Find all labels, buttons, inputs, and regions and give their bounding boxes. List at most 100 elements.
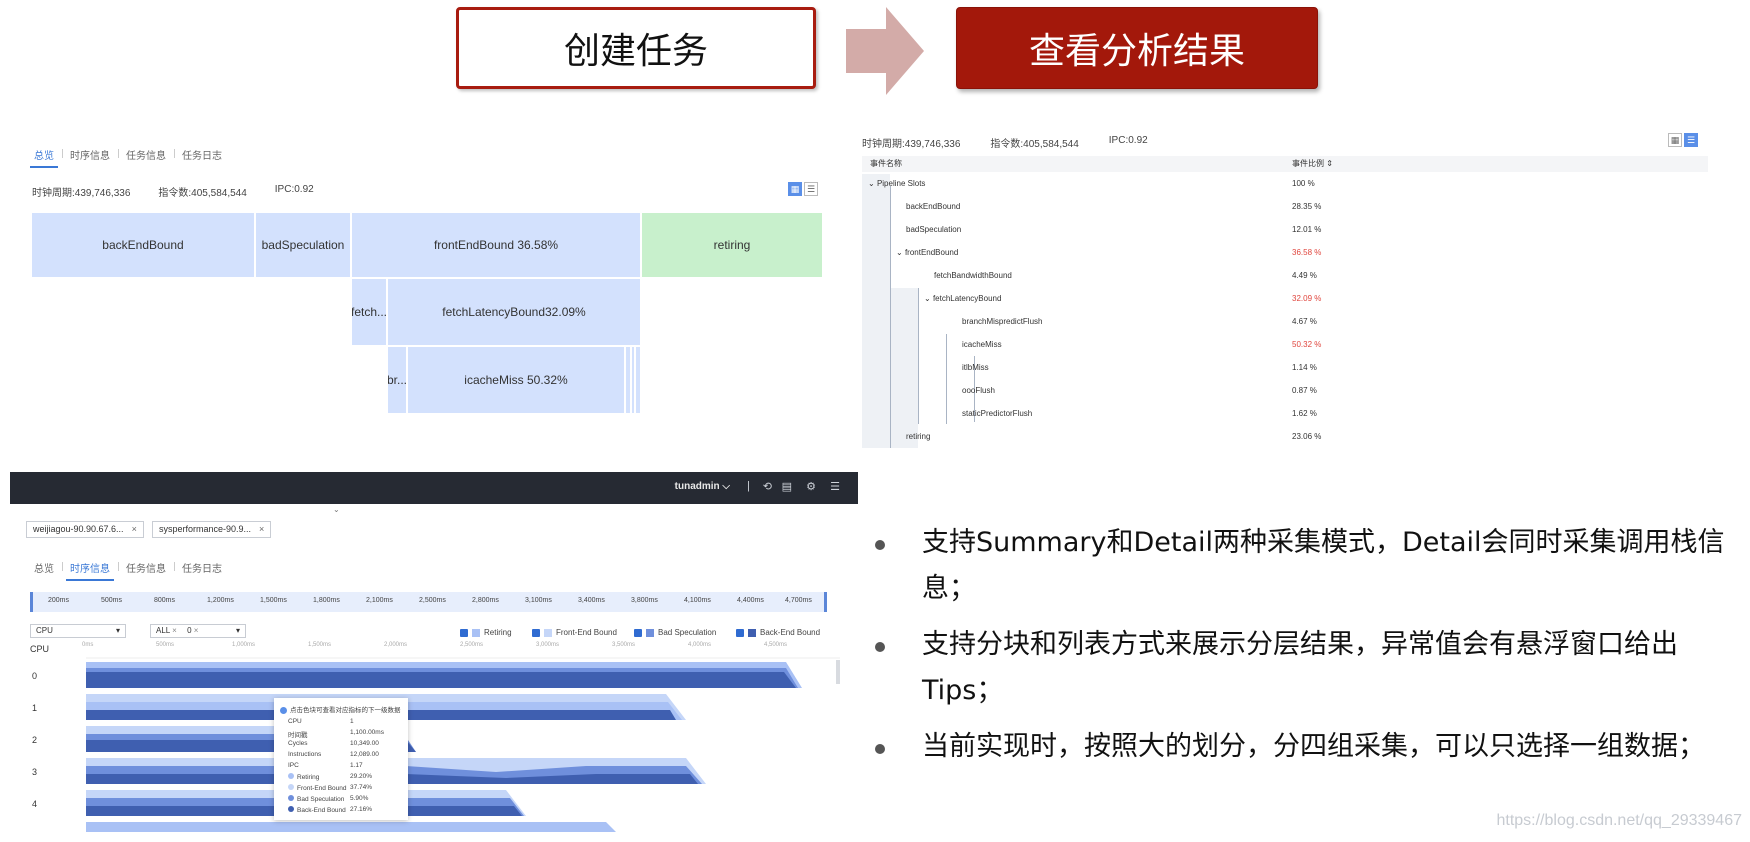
list-view-icon[interactable]: ☰ xyxy=(804,182,818,196)
task-chip[interactable]: sysperformance-90.9... × xyxy=(152,521,272,538)
legend-frontend[interactable]: Front-End Bound xyxy=(532,628,617,637)
user-menu[interactable]: tunadmin ⌵ xyxy=(675,481,730,492)
axis-label: CPU xyxy=(30,644,50,654)
history-icon[interactable]: ⟲ xyxy=(763,480,772,493)
list-row-value: 1.62 % xyxy=(1292,409,1317,418)
ruler-tick: 2,800ms xyxy=(472,597,499,604)
list-row[interactable]: oooFlush xyxy=(962,385,995,397)
dropdown-arrow-icon: ▾ xyxy=(235,626,240,635)
ruler-tick: 500ms xyxy=(101,597,123,604)
list-row-value: 4.67 % xyxy=(1292,317,1317,326)
create-task-button[interactable]: 创建任务 xyxy=(456,7,816,89)
timeline-tabs: 总览 时序信息 任务信息 任务日志 xyxy=(26,560,230,581)
tooltip-popup: 点击色块可查看对应指标的下一级数据 CPU 1 时间戳 1,100.00ms Cyc… xyxy=(274,698,408,820)
view-results-button[interactable]: 查看分析结果 xyxy=(956,7,1318,89)
document-icon[interactable]: ▤ xyxy=(782,480,792,493)
ipc-metric: IPC:0.92 xyxy=(274,184,314,195)
block-frontendbound[interactable]: frontEndBound 36.58% xyxy=(351,212,641,278)
list-row[interactable]: ⌄ frontEndBound xyxy=(896,247,958,259)
menu-icon[interactable]: ☰ xyxy=(830,480,840,493)
tree-indent-shade xyxy=(890,288,918,448)
event-tree-list: 事件名称 事件比例 ⇕ ⌄ Pipeline Slots 100 % backE… xyxy=(862,128,1708,448)
collapse-chevron-icon[interactable]: ⌄ xyxy=(333,505,340,514)
tab-overview[interactable]: 总览 xyxy=(26,560,62,575)
block-retiring[interactable]: retiring xyxy=(641,212,823,278)
block-fetch-bandwidth[interactable]: fetch... xyxy=(351,278,387,346)
column-event-name: 事件名称 xyxy=(870,159,902,168)
list-row[interactable]: backEndBound xyxy=(906,201,960,213)
bullet-item: 当前实现时，按照大的划分，分四组采集，可以只选择一组数据； xyxy=(872,724,1742,770)
tooltip-title: 点击色块可查看对应指标的下一级数据 xyxy=(280,704,401,714)
list-row[interactable]: retiring xyxy=(906,431,930,443)
list-row[interactable]: branchMispredictFlush xyxy=(962,316,1042,328)
tab-task-info[interactable]: 任务信息 xyxy=(118,147,174,162)
list-header: 事件名称 事件比例 ⇕ xyxy=(862,156,1708,172)
block-badspeculation[interactable]: badSpeculation xyxy=(255,212,351,278)
checkbox-icon[interactable] xyxy=(532,628,540,637)
cpu-label: 1 xyxy=(32,703,38,713)
column-event-ratio[interactable]: 事件比例 ⇕ xyxy=(1292,158,1333,169)
list-row-value: 1.14 % xyxy=(1292,363,1317,372)
time-range-slider[interactable]: 200ms 500ms 800ms 1,200ms 1,500ms 1,800m… xyxy=(30,592,827,612)
list-row-value: 0.87 % xyxy=(1292,386,1317,395)
cpu0-backend-area[interactable] xyxy=(86,672,796,688)
checkbox-icon[interactable] xyxy=(460,628,468,637)
block-backendbound[interactable]: backEndBound xyxy=(31,212,255,278)
x-tick: 2,500ms xyxy=(460,642,484,648)
checkbox-icon[interactable] xyxy=(736,628,744,637)
legend-backend[interactable]: Back-End Bound xyxy=(736,628,820,637)
cpu-timeline-chart[interactable] xyxy=(86,656,846,834)
dropdown-arrow-icon: ▾ xyxy=(115,626,120,635)
list-row-value: 32.09 % xyxy=(1292,294,1322,303)
tab-timing[interactable]: 时序信息 xyxy=(62,147,118,162)
tree-guide-line xyxy=(890,186,891,448)
list-row[interactable]: icacheMiss xyxy=(962,339,1002,351)
close-icon[interactable]: × xyxy=(132,524,137,534)
close-icon[interactable]: × xyxy=(259,524,264,534)
block-icachemiss[interactable]: icacheMiss 50.32% xyxy=(407,346,625,414)
tooltip-row: CPU 1 xyxy=(288,718,354,725)
tab-timing[interactable]: 时序信息 xyxy=(62,560,118,581)
ruler-tick: 1,500ms xyxy=(260,597,287,604)
tooltip-row: Instructions 12,089.00 xyxy=(288,751,379,758)
task-chip[interactable]: weijiagou-90.90.67.6... × xyxy=(26,521,144,538)
block-branch-mispredict[interactable]: br... xyxy=(387,346,407,414)
ruler-tick: 4,100ms xyxy=(684,597,711,604)
feature-bullet-list: 支持Summary和Detail两种采集模式，Detail会同时采集调用栈信息；… xyxy=(872,520,1742,780)
cpu-label: 2 xyxy=(32,735,38,745)
legend-retiring[interactable]: Retiring xyxy=(460,628,512,637)
settings-icon[interactable]: ⚙ xyxy=(806,480,816,493)
cpu5-area[interactable] xyxy=(86,822,616,832)
scrollbar[interactable] xyxy=(836,660,840,684)
tooltip-row: IPC 1.17 xyxy=(288,762,363,769)
tooltip-row: Cycles 10,349.00 xyxy=(288,740,379,747)
tree-guide-line xyxy=(918,288,919,424)
watermark: https://blog.csdn.net/qq_29339467 xyxy=(1496,812,1742,829)
tab-task-info[interactable]: 任务信息 xyxy=(118,560,174,575)
list-row[interactable]: staticPredictorFlush xyxy=(962,408,1032,420)
tooltip-row: Back-End Bound 27.16% xyxy=(288,806,400,814)
cpu-select[interactable]: CPU ▾ xyxy=(30,624,126,638)
x-tick: 2,000ms xyxy=(384,642,408,648)
tab-task-log[interactable]: 任务日志 xyxy=(174,560,230,575)
legend-badspec[interactable]: Bad Speculation xyxy=(634,628,716,637)
ruler-tick: 2,500ms xyxy=(419,597,446,604)
list-row[interactable]: itlbMiss xyxy=(962,362,989,374)
list-row[interactable]: badSpeculation xyxy=(906,224,961,236)
list-row[interactable]: ⌄ fetchLatencyBound xyxy=(924,293,1001,305)
list-row[interactable]: fetchBandwidthBound xyxy=(934,270,1012,282)
block-staticpredictor[interactable] xyxy=(635,346,641,414)
checkbox-icon[interactable] xyxy=(634,628,642,637)
tab-task-log[interactable]: 任务日志 xyxy=(174,147,230,162)
tooltip-row: 时间戳 1,100.00ms xyxy=(288,729,384,739)
tooltip-row: Bad Speculation 5.90% xyxy=(288,795,400,803)
tab-overview[interactable]: 总览 xyxy=(26,147,62,168)
block-view-icon[interactable]: ▦ xyxy=(788,182,802,196)
list-row[interactable]: ⌄ Pipeline Slots xyxy=(868,178,925,190)
list-row-value: 4.49 % xyxy=(1292,271,1317,280)
block-fetch-latency[interactable]: fetchLatencyBound32.09% xyxy=(387,278,641,346)
ruler-tick: 3,800ms xyxy=(631,597,658,604)
cpu-filter-select[interactable]: ALL × 0 × ▾ xyxy=(150,624,246,638)
x-tick: 3,500ms xyxy=(612,642,636,648)
ruler-tick: 200ms xyxy=(48,597,70,604)
